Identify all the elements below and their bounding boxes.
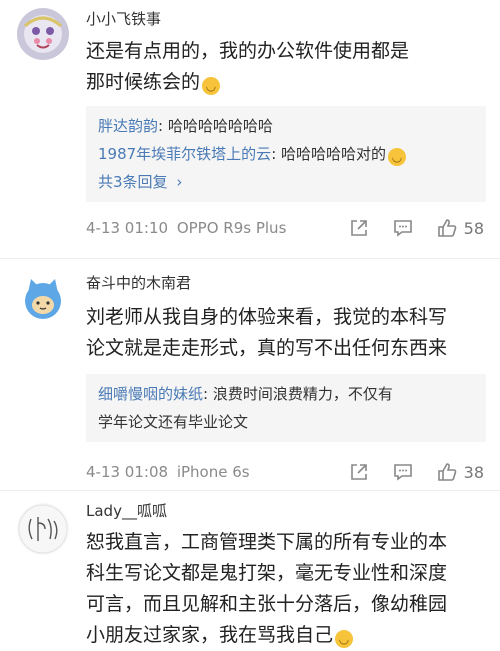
laughing-emoji-icon: ◡ [335,630,354,648]
reply-username[interactable]: 细嚼慢咽的妹纸 [98,385,203,403]
laughing-emoji-icon: ◡ [202,77,221,95]
reply-item[interactable]: 1987年埃菲尔铁塔上的云: 哈哈哈哈哈对的 ◡ [98,140,474,168]
comment-item: Lady__呱呱 恕我直言，工商管理类下属的所有专业的本 科生写论文都是鬼打架，… [0,491,500,648]
comment-item: 小小飞铁事 还是有点用的，我的办公软件使用都是 那时候练会的 ◡ 胖达韵韵: 哈哈… [0,0,500,259]
laughing-emoji-icon: ◡ [388,148,407,166]
like-button[interactable]: 58 [436,217,484,239]
more-replies-link[interactable]: 共3条回复 › [98,168,474,196]
chevron-right-icon: › [176,173,183,191]
reply-box[interactable]: 胖达韵韵: 哈哈哈哈哈哈哈 1987年埃菲尔铁塔上的云: 哈哈哈哈哈对的 ◡ 共3… [86,106,486,202]
share-button[interactable] [348,461,370,483]
device-name: iPhone 6s [176,463,250,481]
share-icon [350,220,367,236]
reply-text: 哈哈哈哈哈对的 [281,145,387,163]
share-button[interactable] [348,217,370,239]
comment-text: 恕我直言，工商管理类下属的所有专业的本 科生写论文都是鬼打架，毫无专业性和深度 … [86,531,448,648]
comment-date: 4-13 01:10 [86,219,169,237]
avatar[interactable] [17,503,69,555]
thumbs-up-icon [437,219,457,237]
reply-username[interactable]: 胖达韵韵 [98,117,158,135]
reply-text-continued: 学年论文还有毕业论文 [98,413,249,431]
username[interactable]: 小小飞铁事 [86,8,484,30]
comment-meta: 4-13 01:10 OPPO R9s Plus 58 [86,208,484,248]
username[interactable]: Lady__呱呱 [86,500,484,522]
comment-button[interactable] [392,461,414,483]
reply-item[interactable]: 胖达韵韵: 哈哈哈哈哈哈哈 [98,112,474,140]
comment-text: 刘老师从我自身的体验来看，我觉的本科写 论文就是走走形式，真的写不出任何东西来 [86,306,448,359]
reply-item[interactable]: 细嚼慢咽的妹纸: 浪费时间浪费精力，不仅有 [98,380,474,408]
reply-box[interactable]: 细嚼慢咽的妹纸: 浪费时间浪费精力，不仅有 学年论文还有毕业论文 [86,374,486,442]
like-button[interactable]: 38 [436,461,484,483]
reply-text: 浪费时间浪费精力，不仅有 [212,385,393,403]
avatar[interactable] [17,271,69,323]
thumbs-up-icon [437,463,457,481]
avatar[interactable] [17,8,69,60]
reply-username[interactable]: 1987年埃菲尔铁塔上的云 [98,145,271,163]
like-count: 38 [463,462,484,482]
username[interactable]: 奋斗中的木南君 [86,272,484,294]
comment-icon [393,220,412,237]
comment-icon [393,464,412,481]
share-icon [350,464,367,480]
like-count: 58 [463,218,484,238]
comment-button[interactable] [392,217,414,239]
comment-item: 奋斗中的木南君 刘老师从我自身的体验来看，我觉的本科写 论文就是走走形式，真的写… [0,259,500,491]
reply-text: 哈哈哈哈哈哈哈 [167,117,273,135]
comment-date: 4-13 01:08 [86,463,169,481]
comment-meta: 4-13 01:08 iPhone 6s 38 [86,452,484,492]
comment-text: 还是有点用的，我的办公软件使用都是 那时候练会的 ◡ [86,40,410,95]
device-name: OPPO R9s Plus [176,219,287,237]
